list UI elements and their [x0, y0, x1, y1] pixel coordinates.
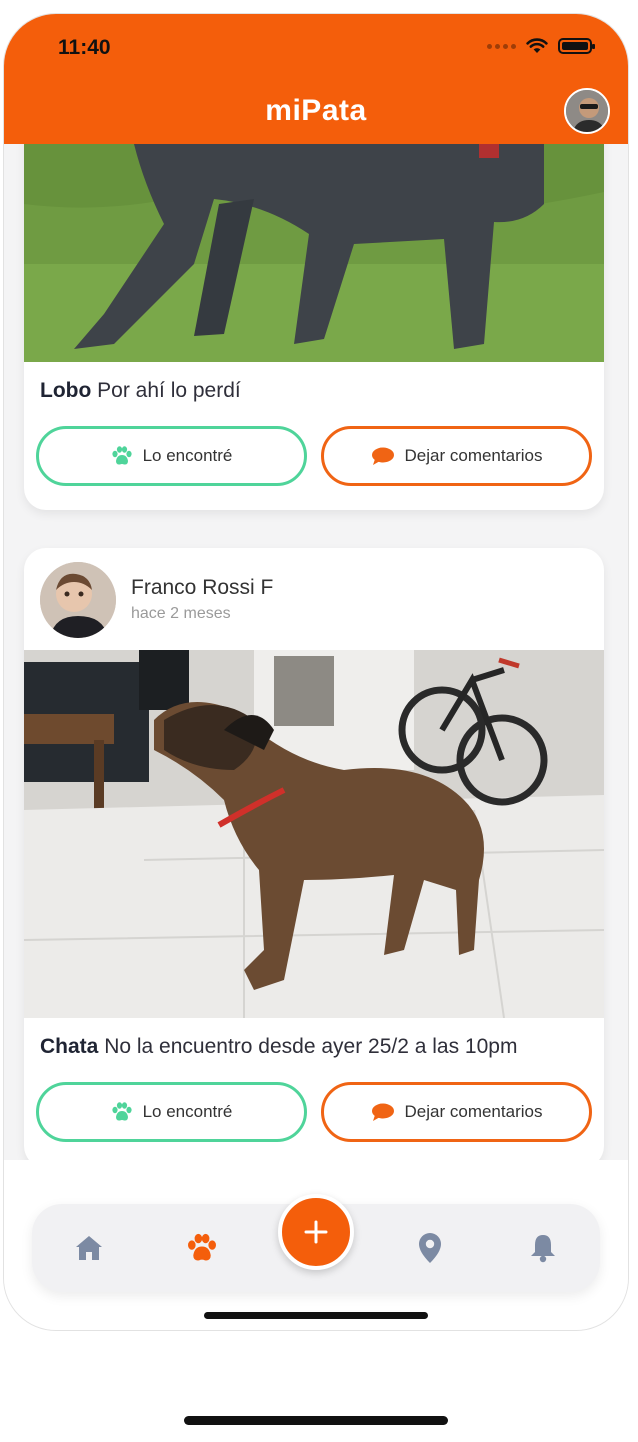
location-icon: [418, 1233, 441, 1263]
found-button-label: Lo encontré: [142, 446, 233, 465]
wifi-icon: [526, 38, 548, 53]
pet-name: Chata: [40, 1035, 99, 1058]
comment-button[interactable]: Dejar comentarios: [321, 1082, 592, 1142]
comment-button-label: Dejar comentarios: [404, 446, 543, 465]
home-indicator: [184, 1416, 448, 1425]
post-card: Lobo Por ahí lo perdí Lo encontré Dejar …: [24, 144, 604, 510]
post-caption: Chata No la encuentro desde ayer 25/2 a …: [24, 1018, 604, 1076]
post-actions: Lo encontré Dejar comentarios: [24, 1082, 604, 1142]
profile-avatar[interactable]: [564, 88, 610, 134]
post-caption: Lobo Por ahí lo perdí: [24, 362, 604, 420]
found-button[interactable]: Lo encontré: [36, 426, 307, 486]
author-avatar[interactable]: [40, 562, 116, 638]
post-photo: [24, 144, 604, 362]
pet-name: Lobo: [40, 379, 92, 402]
post-message: Por ahí lo perdí: [97, 379, 241, 402]
plus-icon: [304, 1220, 328, 1244]
nav-map[interactable]: [400, 1232, 460, 1264]
post-feed[interactable]: Lobo Por ahí lo perdí Lo encontré Dejar …: [4, 144, 628, 1160]
comment-button-label: Dejar comentarios: [404, 1102, 543, 1121]
status-icons: [487, 38, 595, 54]
paw-icon: [111, 1102, 132, 1121]
paw-icon: [188, 1233, 217, 1261]
post-photo: [24, 650, 604, 1018]
post-message: No la encuentro desde ayer 25/2 a las 10…: [104, 1035, 518, 1058]
paw-icon: [111, 446, 132, 465]
found-button-label: Lo encontré: [142, 1102, 233, 1121]
nav-notifications[interactable]: [513, 1233, 573, 1263]
post-actions: Lo encontré Dejar comentarios: [24, 426, 604, 486]
app-header: 11:40 miPata: [4, 14, 628, 144]
post-header: Franco Rossi F hace 2 meses: [24, 548, 604, 650]
comment-button[interactable]: Dejar comentarios: [321, 426, 592, 486]
author-name[interactable]: Franco Rossi F: [131, 576, 273, 600]
home-indicator: [204, 1312, 428, 1319]
nav-pets[interactable]: [172, 1233, 232, 1263]
post-time: hace 2 meses: [131, 605, 231, 622]
battery-icon: [558, 38, 595, 54]
phone-frame: 11:40 miPata Lobo Por ahí lo perdí Lo en…: [4, 14, 628, 1330]
app-title: miPata: [265, 94, 367, 127]
comment-icon: [371, 1103, 394, 1121]
add-post-button[interactable]: [278, 1194, 354, 1270]
post-card: Franco Rossi F hace 2 meses Chata No la …: [24, 548, 604, 1160]
nav-home[interactable]: [59, 1233, 119, 1263]
home-icon: [75, 1236, 102, 1260]
bell-icon: [531, 1235, 556, 1263]
status-time: 11:40: [58, 36, 111, 59]
comment-icon: [371, 447, 394, 465]
found-button[interactable]: Lo encontré: [36, 1082, 307, 1142]
signal-icon: [487, 43, 516, 49]
